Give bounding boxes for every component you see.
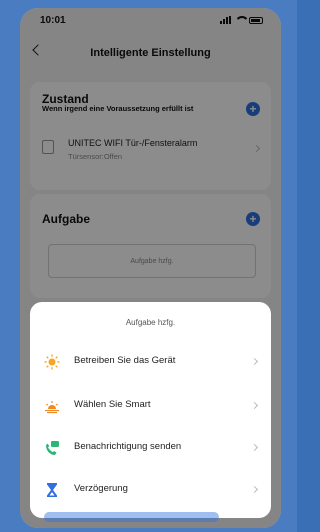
sun-icon xyxy=(44,354,60,370)
option-label: Verzögerung xyxy=(74,483,128,494)
bottom-button-strip xyxy=(44,512,219,522)
hourglass-icon xyxy=(47,483,57,497)
task-options-sheet: Aufgabe hzfg. Betreiben Sie das Gerät Wä… xyxy=(30,302,271,518)
chevron-right-icon xyxy=(250,485,259,494)
option-operate-device[interactable]: Betreiben Sie das Gerät xyxy=(30,344,271,380)
option-send-notification[interactable]: Benachrichtigung senden xyxy=(30,430,271,466)
phone-message-icon xyxy=(46,441,59,455)
option-label: Betreiben Sie das Gerät xyxy=(74,355,176,366)
option-label: Benachrichtigung senden xyxy=(74,441,182,452)
chevron-right-icon xyxy=(250,357,259,366)
chevron-right-icon xyxy=(250,401,259,410)
option-select-smart[interactable]: Wählen Sie Smart xyxy=(30,388,271,424)
phone-screen: 10:01 Intelligente Einstellung Zustand W… xyxy=(20,8,281,528)
chevron-right-icon xyxy=(250,443,259,452)
option-delay[interactable]: Verzögerung xyxy=(30,472,271,508)
sheet-title: Aufgabe hzfg. xyxy=(125,318,176,327)
sunrise-icon xyxy=(45,401,59,414)
option-label: Wählen Sie Smart xyxy=(74,399,151,410)
